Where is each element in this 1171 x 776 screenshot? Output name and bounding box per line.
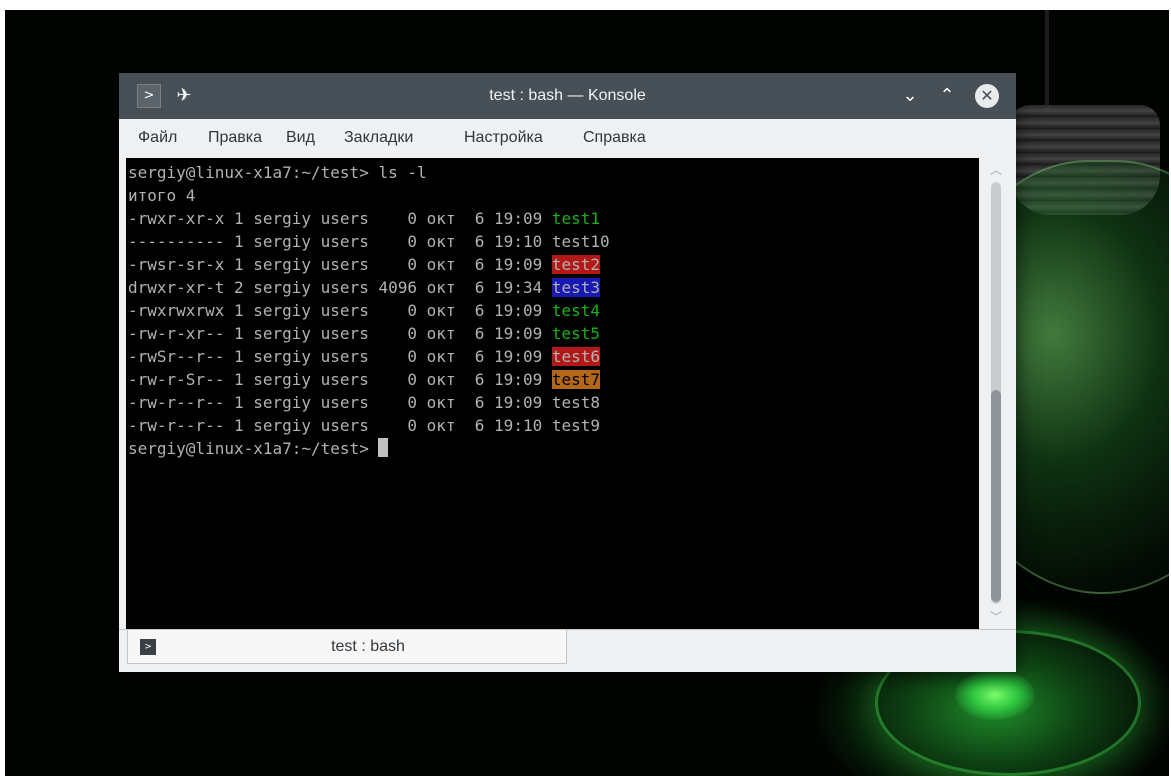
menu-file[interactable]: Файл [138, 119, 177, 157]
file-name: test8 [551, 393, 601, 412]
file-meta: -rwxrwxrwx 1 sergiy users 0 окт 6 19:09 [128, 301, 552, 320]
terminal-prompt-line: sergiy@linux-x1a7:~/test> [128, 437, 389, 460]
table-row: -rw-r-xr-- 1 sergiy users 0 окт 6 19:09 … [128, 322, 600, 345]
file-name: test4 [551, 301, 601, 320]
file-meta: -rw-r-Sr-- 1 sergiy users 0 окт 6 19:09 [128, 370, 552, 389]
file-meta: -rw-r--r-- 1 sergiy users 0 окт 6 19:10 [128, 416, 552, 435]
terminal-command: ls -l [368, 163, 427, 182]
window-titlebar[interactable]: test : bash — Konsole > ✈ ⌄ ⌃ ✕ [119, 73, 1016, 119]
chevron-down-icon[interactable]: ⌄ [898, 84, 922, 108]
terminal-scrollbar[interactable]: ︿ ﹀ [983, 158, 1009, 629]
file-name: test1 [551, 209, 601, 228]
terminal-prompt: sergiy@linux-x1a7:~/test> [128, 163, 369, 182]
table-row: -rwsr-sr-x 1 sergiy users 0 окт 6 19:09 … [128, 253, 601, 276]
terminal-prompt: sergiy@linux-x1a7:~/test> [128, 439, 369, 458]
table-row: -rwSr--r-- 1 sergiy users 0 окт 6 19:09 … [128, 345, 601, 368]
tab-test-bash[interactable]: > test : bash [127, 630, 567, 664]
file-name: test7 [551, 370, 601, 389]
file-name: test3 [551, 278, 601, 297]
window-title: test : bash — Konsole [489, 87, 646, 104]
table-row: -rw-r--r-- 1 sergiy users 0 окт 6 19:10 … [128, 414, 600, 437]
terminal-output[interactable]: sergiy@linux-x1a7:~/test> ls -l итого 4 … [126, 158, 979, 629]
menu-bookmarks[interactable]: Закладки [344, 119, 413, 157]
menubar: Файл Правка Вид Закладки Настройка Справ… [119, 119, 1016, 157]
scrollbar-thumb[interactable] [991, 390, 1001, 602]
terminal-total-line: итого 4 [128, 186, 196, 205]
menu-help[interactable]: Справка [583, 119, 646, 157]
menu-view[interactable]: Вид [286, 119, 315, 157]
table-row: -rw-r-Sr-- 1 sergiy users 0 окт 6 19:09 … [128, 368, 601, 391]
wallpaper-bulb-wire [1045, 10, 1049, 110]
table-row: -rwxrwxrwx 1 sergiy users 0 окт 6 19:09 … [128, 299, 600, 322]
file-name: test6 [551, 347, 601, 366]
scroll-down-icon[interactable]: ﹀ [983, 605, 1009, 629]
terminal-icon[interactable]: > [137, 84, 161, 108]
text-cursor [378, 438, 389, 457]
file-name: test5 [551, 324, 601, 343]
file-name: test2 [551, 255, 601, 274]
chevron-up-icon[interactable]: ⌃ [935, 84, 959, 108]
file-name: test10 [551, 232, 610, 251]
table-row: -rw-r--r-- 1 sergiy users 0 окт 6 19:09 … [128, 391, 600, 414]
table-row: -rwxr-xr-x 1 sergiy users 0 окт 6 19:09 … [128, 207, 600, 230]
menu-settings[interactable]: Настройка [464, 119, 543, 157]
konsole-window: test : bash — Konsole > ✈ ⌄ ⌃ ✕ Файл Пра… [119, 73, 1016, 672]
wallpaper-glow-dot [955, 670, 1035, 720]
table-row: drwxr-xr-t 2 sergiy users 4096 окт 6 19:… [128, 276, 601, 299]
file-meta: ---------- 1 sergiy users 0 окт 6 19:10 [128, 232, 552, 251]
scroll-up-icon[interactable]: ︿ [983, 158, 1009, 182]
close-icon[interactable]: ✕ [975, 84, 999, 108]
file-meta: -rw-r--r-- 1 sergiy users 0 окт 6 19:09 [128, 393, 552, 412]
tab-label: test : bash [331, 638, 405, 655]
menu-edit[interactable]: Правка [208, 119, 262, 157]
terminal-command-line: sergiy@linux-x1a7:~/test> ls -l [128, 161, 427, 184]
file-meta: -rw-r-xr-- 1 sergiy users 0 окт 6 19:09 [128, 324, 552, 343]
file-meta: -rwSr--r-- 1 sergiy users 0 окт 6 19:09 [128, 347, 552, 366]
file-name: test9 [551, 416, 601, 435]
table-row: ---------- 1 sergiy users 0 окт 6 19:10 … [128, 230, 610, 253]
tab-bar: > test : bash [119, 629, 1016, 672]
pin-icon[interactable]: ✈ [173, 84, 195, 108]
file-meta: -rwsr-sr-x 1 sergiy users 0 окт 6 19:09 [128, 255, 552, 274]
file-meta: -rwxr-xr-x 1 sergiy users 0 окт 6 19:09 [128, 209, 552, 228]
file-meta: drwxr-xr-t 2 sergiy users 4096 окт 6 19:… [128, 278, 552, 297]
